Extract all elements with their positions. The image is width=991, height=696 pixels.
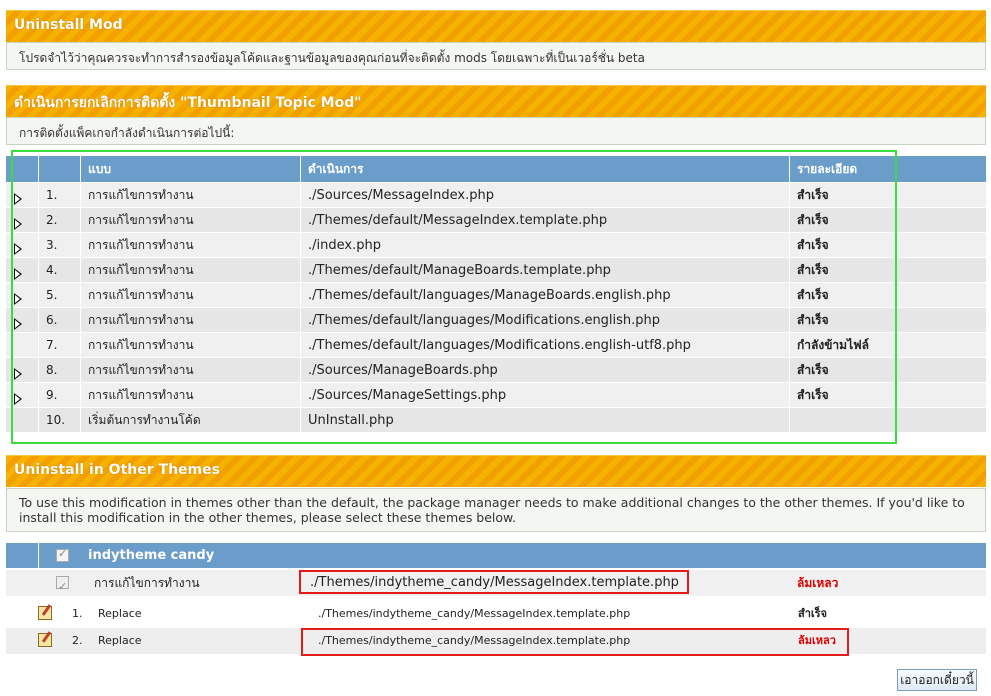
step-number: 1.	[72, 607, 83, 620]
action-note: การติดตั้งแพ็คเกจกำลังดำเนินการต่อไปนี้:	[6, 117, 986, 145]
expand-arrow-icon[interactable]	[14, 283, 28, 308]
theme-checkbox[interactable]	[56, 547, 69, 562]
row-result: สำเร็จ	[797, 288, 829, 302]
expand-arrow-icon[interactable]	[14, 308, 28, 333]
row-number: 1.	[46, 188, 58, 202]
row-result: สำเร็จ	[797, 188, 829, 202]
theme-step-row: 2. Replace ./Themes/indytheme_candy/Mess…	[6, 628, 986, 654]
expand-arrow-icon[interactable]	[14, 358, 28, 383]
table-row: 3. การแก้ไขการทำงาน ./index.php สำเร็จ	[6, 233, 986, 258]
row-action: ./Themes/default/languages/Modifications…	[308, 338, 691, 353]
row-number: 10.	[46, 413, 66, 427]
row-result: สำเร็จ	[797, 263, 829, 277]
step-file: ./Themes/indytheme_candy/MessageIndex.te…	[318, 607, 631, 620]
table-row: 6. การแก้ไขการทำงาน ./Themes/default/lan…	[6, 308, 986, 333]
row-action: ./index.php	[308, 238, 381, 253]
summary-result: ล้มเหลว	[797, 576, 839, 590]
theme-name: indytheme candy	[88, 548, 215, 563]
row-number: 4.	[46, 263, 58, 277]
table-row: 2. การแก้ไขการทำงาน ./Themes/default/Mes…	[6, 208, 986, 233]
row-action: ./Themes/default/languages/Modifications…	[308, 313, 661, 328]
step-type: Replace	[98, 607, 142, 620]
other-themes-note: To use this modification in themes other…	[6, 488, 986, 532]
table-row: 1. การแก้ไขการทำงาน ./Sources/MessageInd…	[6, 183, 986, 208]
expand-arrow-icon[interactable]	[14, 258, 28, 283]
row-result: สำเร็จ	[797, 363, 829, 377]
uninstall-header: Uninstall Mod	[6, 10, 986, 42]
uninstall-now-button[interactable]: เอาออกเดี๋ยวนี้	[897, 669, 977, 691]
expand-arrow-icon[interactable]	[14, 208, 28, 233]
step-number: 2.	[72, 634, 83, 647]
table-row: 4. การแก้ไขการทำงาน ./Themes/default/Man…	[6, 258, 986, 283]
action-header: ดำเนินการยกเลิกการติดตั้ง "Thumbnail Top…	[6, 85, 986, 117]
row-action: ./Sources/ManageSettings.php	[308, 388, 507, 403]
row-type: การแก้ไขการทำงาน	[88, 363, 194, 377]
column-separator	[300, 156, 301, 438]
table-row: 7. การแก้ไขการทำงาน ./Themes/default/lan…	[6, 333, 986, 358]
row-number: 3.	[46, 238, 58, 252]
step-result: ล้มเหลว	[798, 634, 836, 647]
edit-icon[interactable]	[38, 633, 52, 647]
row-number: 2.	[46, 213, 58, 227]
column-result: รายละเอียด	[797, 162, 858, 176]
column-separator	[38, 156, 39, 438]
table-row: 9. การแก้ไขการทำงาน ./Sources/ManageSett…	[6, 383, 986, 408]
other-themes-header: Uninstall in Other Themes	[6, 455, 986, 487]
row-action: ./Themes/default/ManageBoards.template.p…	[308, 263, 611, 278]
theme-header: indytheme candy	[6, 543, 986, 568]
theme-step-row: 1. Replace ./Themes/indytheme_candy/Mess…	[6, 601, 986, 627]
row-result: สำเร็จ	[797, 213, 829, 227]
summary-checkbox	[56, 574, 69, 600]
row-type: การแก้ไขการทำงาน	[88, 313, 194, 327]
row-type: การแก้ไขการทำงาน	[88, 263, 194, 277]
row-type: การแก้ไขการทำงาน	[88, 213, 194, 227]
column-separator	[789, 156, 790, 438]
row-result: สำเร็จ	[797, 388, 829, 402]
column-separator	[80, 156, 81, 438]
row-type: การแก้ไขการทำงาน	[88, 338, 194, 352]
edit-icon[interactable]	[38, 606, 52, 620]
step-result: สำเร็จ	[798, 607, 828, 620]
row-result: สำเร็จ	[797, 313, 829, 327]
column-action: ดำเนินการ	[308, 162, 364, 176]
row-action: ./Themes/default/languages/ManageBoards.…	[308, 288, 671, 303]
theme-summary-row: การแก้ไขการทำงาน ./Themes/indytheme_cand…	[6, 570, 986, 600]
table-row: 5. การแก้ไขการทำงาน ./Themes/default/lan…	[6, 283, 986, 308]
table-row: 10. เริ่มต้นการทำงานโค้ด UnInstall.php	[6, 408, 986, 433]
row-action: ./Sources/ManageBoards.php	[308, 363, 498, 378]
expand-arrow-icon[interactable]	[14, 233, 28, 258]
row-type: การแก้ไขการทำงาน	[88, 288, 194, 302]
row-type: การแก้ไขการทำงาน	[88, 188, 194, 202]
row-action: ./Themes/default/MessageIndex.template.p…	[308, 213, 608, 228]
row-action: ./Sources/MessageIndex.php	[308, 188, 494, 203]
row-number: 5.	[46, 288, 58, 302]
summary-type: การแก้ไขการทำงาน	[94, 576, 200, 590]
expand-arrow-icon[interactable]	[14, 183, 28, 208]
expand-arrow-icon[interactable]	[14, 383, 28, 408]
row-number: 8.	[46, 363, 58, 377]
step-type: Replace	[98, 634, 142, 647]
row-type: การแก้ไขการทำงาน	[88, 388, 194, 402]
row-result: สำเร็จ	[797, 238, 829, 252]
table-header: แบบ ดำเนินการ รายละเอียด	[6, 156, 986, 183]
row-type: เริ่มต้นการทำงานโค้ด	[88, 413, 201, 427]
table-row: 8. การแก้ไขการทำงาน ./Sources/ManageBoar…	[6, 358, 986, 383]
row-number: 6.	[46, 313, 58, 327]
row-action: UnInstall.php	[308, 413, 394, 428]
actions-table: แบบ ดำเนินการ รายละเอียด 1. การแก้ไขการท…	[6, 156, 986, 433]
row-type: การแก้ไขการทำงาน	[88, 238, 194, 252]
column-type: แบบ	[88, 162, 111, 176]
backup-warning: โปรดจำไว้ว่าคุณควรจะทำการสำรองข้อมูลโค้ด…	[6, 42, 986, 70]
summary-file: ./Themes/indytheme_candy/MessageIndex.te…	[310, 575, 679, 590]
step-file: ./Themes/indytheme_candy/MessageIndex.te…	[318, 634, 631, 647]
row-number: 9.	[46, 388, 58, 402]
row-result: กำลังข้ามไฟล์	[797, 338, 869, 352]
row-number: 7.	[46, 338, 58, 352]
